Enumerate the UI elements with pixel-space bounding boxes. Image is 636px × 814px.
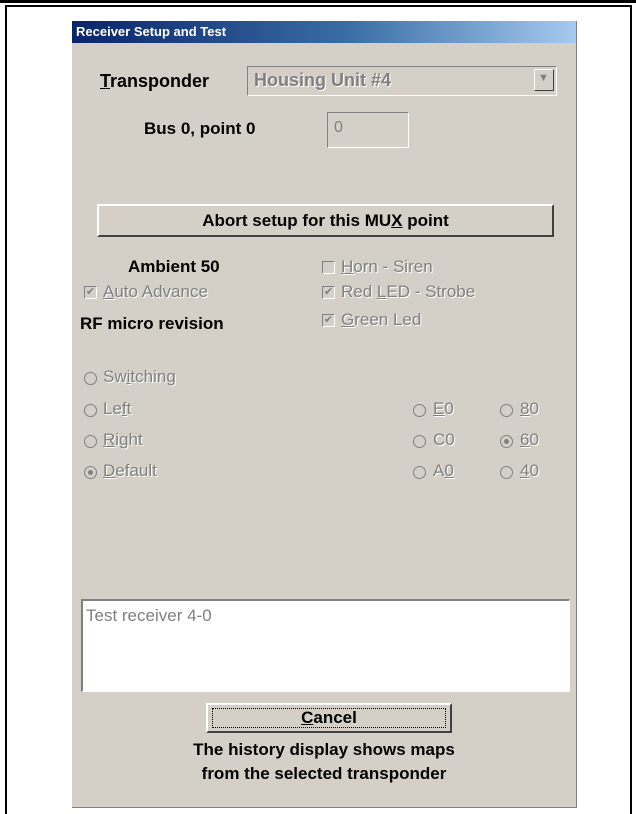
green-led-checkbox[interactable]: ✔ xyxy=(322,314,335,327)
auto-advance-label: Auto Advance xyxy=(103,282,208,301)
radio-default[interactable] xyxy=(84,466,97,479)
right-label: Right xyxy=(103,430,143,449)
log-textarea[interactable]: Test receiver 4-0 xyxy=(81,599,570,692)
bus-point-label: Bus 0, point 0 xyxy=(144,119,256,138)
rf-micro-revision-label: RF micro revision xyxy=(80,314,224,333)
frame-left-border xyxy=(5,5,7,814)
focus-rectangle xyxy=(212,708,446,728)
radio-right[interactable] xyxy=(84,435,97,448)
radio-left[interactable] xyxy=(84,404,97,417)
red-led-checkbox[interactable]: ✔ xyxy=(322,286,335,299)
radio-switching[interactable] xyxy=(84,372,97,385)
log-text: Test receiver 4-0 xyxy=(86,606,212,625)
switching-label: Switching xyxy=(103,367,176,386)
60-label: 60 xyxy=(520,430,539,449)
left-label: Left xyxy=(103,399,132,418)
frame-top-border xyxy=(0,0,636,3)
red-led-label: Red LED - Strobe xyxy=(341,282,476,301)
radio-60[interactable] xyxy=(500,435,513,448)
transponder-select[interactable]: Housing Unit #4 ▼ xyxy=(247,66,557,96)
receiver-setup-dialog: Receiver Setup and Test Transponder Hous… xyxy=(72,21,577,808)
radio-selected-dot xyxy=(504,439,509,444)
radio-40[interactable] xyxy=(500,466,513,479)
history-note-line1: The history display shows maps xyxy=(193,740,455,759)
radio-selected-dot xyxy=(88,470,93,475)
c0-label: C0 xyxy=(433,430,455,449)
chevron-down-icon: ▼ xyxy=(538,72,549,84)
e0-label: E0 xyxy=(433,399,454,418)
abort-setup-button[interactable]: Abort setup for this MUX point xyxy=(97,204,554,237)
checkmark-icon: ✔ xyxy=(85,286,96,298)
radio-80[interactable] xyxy=(500,404,513,417)
bus-point-value: 0 xyxy=(334,119,343,136)
bus-point-field[interactable]: 0 xyxy=(327,112,409,148)
default-label: Default xyxy=(103,461,157,480)
80-label: 80 xyxy=(520,399,539,418)
radio-a0[interactable] xyxy=(413,466,426,479)
transponder-label: Transponder xyxy=(100,71,210,91)
ambient-label: Ambient 50 xyxy=(128,257,220,276)
checkmark-icon: ✔ xyxy=(323,286,334,298)
40-label: 40 xyxy=(520,461,539,480)
auto-advance-checkbox[interactable]: ✔ xyxy=(84,286,97,299)
frame-inner-top-border xyxy=(5,5,632,7)
cancel-button[interactable]: Cancel xyxy=(206,703,452,733)
history-note-line2: from the selected transponder xyxy=(201,764,447,783)
green-led-label: Green Led xyxy=(341,310,422,329)
checkmark-icon: ✔ xyxy=(323,314,334,326)
radio-e0[interactable] xyxy=(413,404,426,417)
window-title: Receiver Setup and Test xyxy=(76,24,227,39)
frame-right-border xyxy=(630,5,632,814)
title-bar[interactable]: Receiver Setup and Test xyxy=(72,21,576,43)
transponder-value: Housing Unit #4 xyxy=(254,70,392,90)
dropdown-arrow-button[interactable]: ▼ xyxy=(534,69,554,91)
horn-siren-checkbox[interactable] xyxy=(322,261,335,274)
horn-siren-label: Horn - Siren xyxy=(341,257,433,276)
radio-c0[interactable] xyxy=(413,435,426,448)
a0-label: A0 xyxy=(433,461,454,480)
